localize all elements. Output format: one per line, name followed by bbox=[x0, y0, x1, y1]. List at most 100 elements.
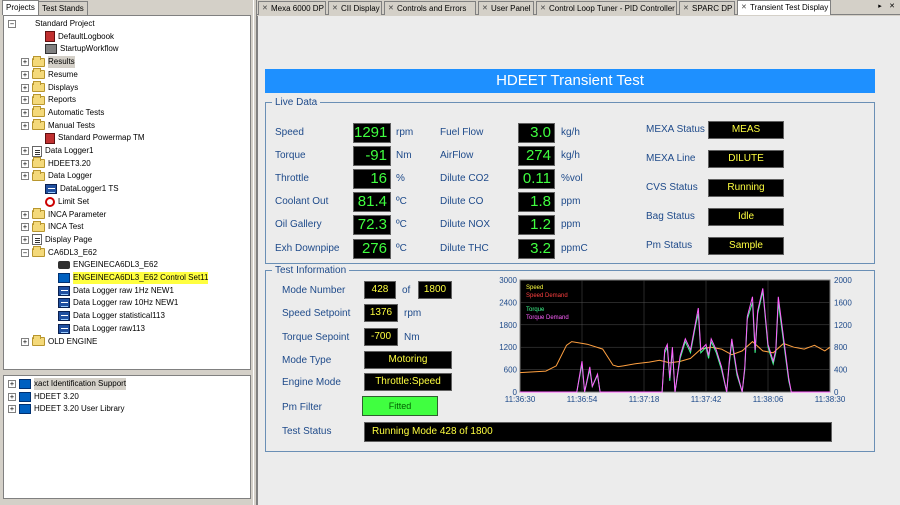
collapse-icon[interactable]: − bbox=[21, 248, 29, 257]
tab-projects[interactable]: Projects bbox=[2, 0, 39, 15]
tree-item[interactable]: + OLD ENGINE bbox=[21, 335, 97, 348]
document-tab[interactable]: Mexa 6000 DP bbox=[258, 1, 326, 15]
tree-item[interactable]: + Manual Tests bbox=[21, 119, 95, 132]
tree-item[interactable]: Data Logger raw 1Hz NEW1 bbox=[58, 285, 174, 297]
speed-setpoint-label: Speed Setpoint bbox=[282, 308, 351, 319]
document-tab[interactable]: SPARC DP bbox=[679, 1, 735, 15]
expand-icon[interactable]: + bbox=[21, 172, 29, 181]
tree-item[interactable]: + Display Page bbox=[21, 234, 92, 246]
tree-item[interactable]: + Results bbox=[21, 55, 75, 69]
live-label: Torque bbox=[275, 150, 306, 161]
library-tree-item[interactable]: + xact Identification Support bbox=[8, 378, 127, 390]
x-tick-label: 11:38:30 bbox=[815, 395, 846, 404]
tree-item[interactable]: Data Logger statistical113 bbox=[58, 310, 165, 322]
legend-entry: Speed Demand bbox=[526, 293, 568, 299]
document-tab[interactable]: Control Loop Tuner - PID Controller bbox=[536, 1, 677, 15]
tree-item[interactable]: Standard Powermap TM bbox=[45, 132, 145, 144]
expand-icon[interactable]: + bbox=[21, 210, 29, 219]
tree-item[interactable]: ENGEINECA6DL3_E62 Control Set11 bbox=[58, 272, 209, 284]
tree-item[interactable]: + INCA Test bbox=[21, 220, 84, 233]
live-value: 3.0 bbox=[518, 123, 555, 143]
close-icon[interactable]: ✕ bbox=[887, 2, 897, 12]
speed-setpoint-value: 1376 bbox=[364, 304, 398, 322]
folder-icon bbox=[32, 208, 45, 219]
expand-icon[interactable]: + bbox=[8, 392, 16, 401]
tree-item[interactable]: Data Logger raw 10Hz NEW1 bbox=[58, 297, 178, 309]
live-unit: Nm bbox=[396, 150, 412, 161]
tree-item-label: StartupWorkflow bbox=[60, 44, 119, 54]
status-value: Sample bbox=[708, 237, 784, 255]
library-tree-item[interactable]: + HDEET 3.20 bbox=[8, 391, 79, 403]
status-value: MEAS bbox=[708, 121, 784, 139]
tree-item[interactable]: − Standard Project bbox=[8, 18, 95, 30]
library-tree[interactable]: + xact Identification Support + HDEET 3.20 +… bbox=[3, 375, 251, 499]
folder-icon bbox=[32, 169, 45, 181]
project-tree[interactable]: − Standard Project DefaultLogbook StartupWo… bbox=[3, 15, 251, 370]
folder-icon bbox=[32, 68, 45, 80]
tree-item-label: INCA Parameter bbox=[48, 209, 107, 219]
project-panel-tabs: Projects Test Stands bbox=[0, 0, 253, 15]
tab-scroll-right-icon[interactable]: ▸ bbox=[875, 2, 885, 12]
folder-icon bbox=[32, 335, 45, 346]
expand-icon[interactable]: + bbox=[21, 83, 29, 92]
document-tab[interactable]: Controls and Errors bbox=[384, 1, 476, 15]
dl-icon bbox=[58, 311, 70, 322]
expand-icon[interactable]: + bbox=[21, 337, 29, 346]
document-tab[interactable]: User Panel bbox=[478, 1, 534, 15]
pm-filter-label: Pm Filter bbox=[282, 402, 322, 413]
tree-item[interactable]: + INCA Parameter bbox=[21, 208, 107, 221]
tree-item[interactable]: + Displays bbox=[21, 81, 78, 94]
document-tab[interactable]: Transient Test Display bbox=[737, 0, 831, 15]
tree-item[interactable]: Data Logger raw113 bbox=[58, 323, 145, 335]
live-unit: ppm bbox=[561, 219, 581, 230]
document-tabs: Transient Test DisplaySPARC DPControl Lo… bbox=[257, 0, 900, 15]
collapse-icon[interactable]: − bbox=[8, 20, 16, 28]
expand-icon[interactable]: + bbox=[8, 405, 16, 413]
library-tree-item[interactable]: + HDEET 3.20 User Library bbox=[8, 403, 125, 415]
document-tab[interactable]: CII Display bbox=[328, 1, 382, 15]
tree-item[interactable]: StartupWorkflow bbox=[45, 43, 119, 55]
expand-icon[interactable]: + bbox=[21, 235, 29, 244]
tree-item[interactable]: ENGEINECA6DL3_E62 bbox=[58, 259, 158, 271]
tree-item[interactable]: + HDEET3.20 bbox=[21, 157, 91, 170]
legend-entry: Torque bbox=[526, 307, 545, 313]
live-value: 16 bbox=[353, 169, 391, 189]
folder-icon bbox=[32, 246, 45, 258]
folder-icon bbox=[32, 119, 45, 131]
dl-icon bbox=[58, 298, 70, 309]
tree-item-label: INCA Test bbox=[48, 222, 84, 232]
mode-type-value: Motoring bbox=[364, 351, 452, 369]
live-value: 1.2 bbox=[518, 215, 555, 235]
live-data-title: Live Data bbox=[272, 97, 321, 108]
x-tick-label: 11:36:54 bbox=[567, 395, 598, 404]
library-tree-item-label: HDEET 3.20 bbox=[34, 391, 79, 401]
tree-item[interactable]: DataLogger1 TS bbox=[45, 183, 119, 195]
expand-icon[interactable]: + bbox=[21, 223, 29, 232]
expand-icon[interactable]: + bbox=[21, 70, 29, 79]
ctrl-icon bbox=[58, 273, 70, 283]
tree-item[interactable]: + Data Logger1 bbox=[21, 145, 93, 157]
mode-number-label: Mode Number bbox=[282, 285, 346, 296]
y-right-tick-label: 1600 bbox=[834, 298, 852, 307]
book-icon bbox=[45, 31, 55, 43]
tree-item[interactable]: + Resume bbox=[21, 68, 78, 81]
tab-test-stands[interactable]: Test Stands bbox=[38, 1, 88, 15]
tree-item[interactable]: + Data Logger bbox=[21, 169, 92, 182]
expand-icon[interactable]: + bbox=[8, 380, 16, 388]
expand-icon[interactable]: + bbox=[21, 147, 29, 155]
tree-item[interactable]: + Automatic Tests bbox=[21, 106, 104, 119]
live-label: AirFlow bbox=[440, 150, 474, 161]
ctrl-icon bbox=[19, 391, 31, 402]
tree-item[interactable]: DefaultLogbook bbox=[45, 31, 114, 43]
expand-icon[interactable]: + bbox=[21, 108, 29, 117]
expand-icon[interactable]: + bbox=[21, 96, 29, 105]
live-unit: ºC bbox=[396, 243, 407, 254]
expand-icon[interactable]: + bbox=[21, 58, 29, 67]
tree-item[interactable]: − CA6DL3_E62 bbox=[21, 246, 97, 259]
expand-icon[interactable]: + bbox=[21, 121, 29, 130]
tree-item-label: Data Logger raw113 bbox=[73, 323, 145, 333]
expand-icon[interactable]: + bbox=[21, 159, 29, 168]
tree-item[interactable]: Limit Set bbox=[45, 196, 89, 208]
tree-item[interactable]: + Reports bbox=[21, 93, 76, 106]
live-value: 81.4 bbox=[353, 192, 391, 212]
